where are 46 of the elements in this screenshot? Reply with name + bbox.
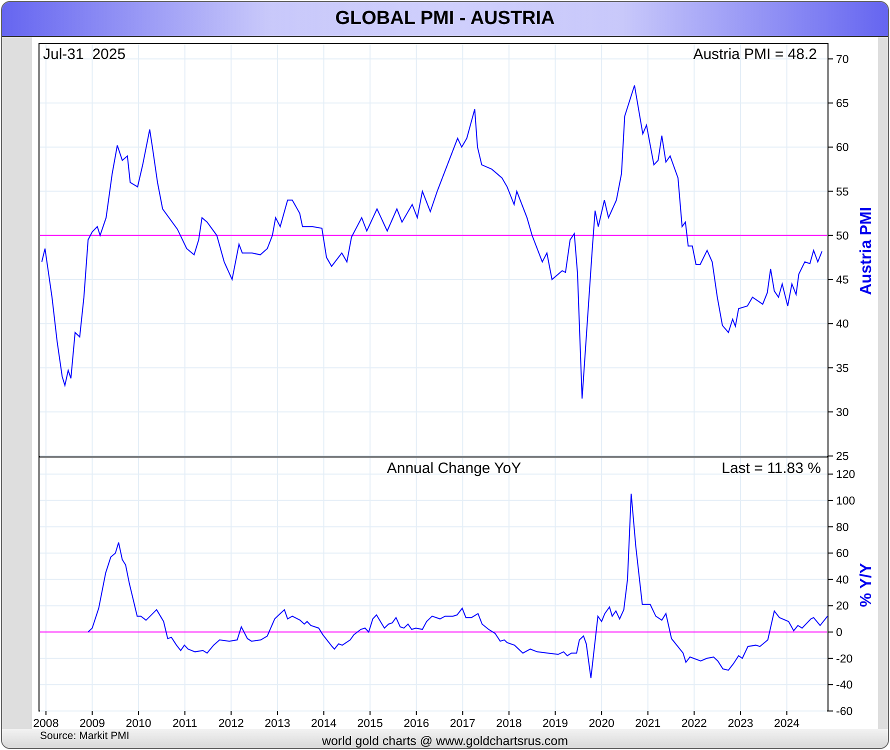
source-note: Source: Markit PMI xyxy=(40,730,130,742)
axis-tick-label: 70 xyxy=(836,54,849,66)
chart-title: GLOBAL PMI - AUSTRIA xyxy=(335,8,555,30)
axis-tick-label: 2022 xyxy=(681,718,707,730)
axis-tick-label: 2020 xyxy=(588,718,614,730)
axis-tick-label: 2014 xyxy=(310,718,337,730)
axis-tick-label: 2024 xyxy=(774,718,800,730)
axis-tick-label: 2019 xyxy=(542,718,568,730)
date-label: Jul-31 2025 xyxy=(43,46,126,63)
axis-title: Austria PMI xyxy=(858,207,875,295)
axis-tick-label: -60 xyxy=(836,706,853,718)
axis-tick-label: 2010 xyxy=(126,718,152,730)
axis-tick-label: 120 xyxy=(836,469,856,482)
axis-tick-label: 25 xyxy=(836,451,849,463)
axis-tick-label: 35 xyxy=(836,362,849,375)
axis-tick-label: 2018 xyxy=(496,718,522,730)
axis-tick-label: -40 xyxy=(836,680,853,692)
axis-tick-label: 2017 xyxy=(450,718,476,730)
panel-title: Annual Change YoY xyxy=(386,460,522,477)
axis-tick-label: 30 xyxy=(836,406,849,419)
pmi-reading: Austria PMI = 48.2 xyxy=(693,46,817,63)
axis-tick-label: 2012 xyxy=(218,718,244,730)
axis-tick-label: -20 xyxy=(836,653,853,666)
axis-tick-label: 2023 xyxy=(728,718,754,730)
axis-tick-label: 60 xyxy=(836,142,849,154)
axis-tick-label: 55 xyxy=(836,186,849,198)
axis-tick-label: 60 xyxy=(836,548,849,560)
axis-tick-label: 0 xyxy=(836,627,842,640)
axis-tick-label: 2011 xyxy=(172,718,198,730)
axis-tick-label: 65 xyxy=(836,98,849,110)
yoy-reading: Last = 11.83 % xyxy=(722,460,821,477)
axis-tick-label: 2016 xyxy=(404,718,430,730)
credit-text: world gold charts @ www.goldchartsrus.com xyxy=(322,732,568,748)
axis-tick-label: 45 xyxy=(836,274,849,286)
axis-tick-label: 2013 xyxy=(264,718,290,730)
axis-tick-label: 2015 xyxy=(357,718,383,730)
axis-tick-label: 40 xyxy=(836,574,849,586)
axis-tick-label: 40 xyxy=(836,318,849,331)
axis-tick-label: 50 xyxy=(836,230,849,242)
axis-tick-label: 2008 xyxy=(33,718,59,730)
axis-tick-label: 100 xyxy=(836,495,856,508)
axis-tick-label: 2021 xyxy=(635,718,661,730)
axis-tick-label: 20 xyxy=(836,600,849,613)
axis-tick-label: 2009 xyxy=(79,718,106,730)
axis-title: % Y/Y xyxy=(858,562,875,608)
axis-tick-label: 80 xyxy=(836,522,849,534)
